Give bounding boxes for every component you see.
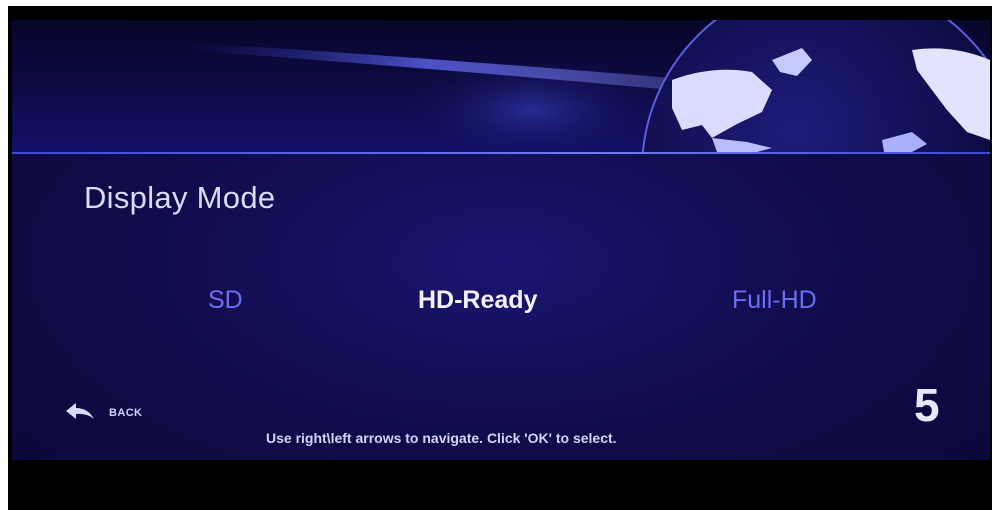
tv-screen: Display Mode SD HD-Ready Full-HD BACK 5 …: [12, 20, 990, 460]
back-label: BACK: [109, 407, 143, 419]
back-arrow-icon: [64, 401, 96, 425]
option-sd[interactable]: SD: [208, 286, 243, 315]
page-number: 5: [914, 379, 940, 431]
page-title: Display Mode: [84, 180, 276, 215]
option-hd-ready[interactable]: HD-Ready: [418, 286, 537, 315]
navigation-hint: Use right\left arrows to navigate. Click…: [266, 430, 617, 446]
back-button[interactable]: BACK: [64, 401, 142, 425]
header-banner: [12, 20, 990, 152]
tv-bezel: Display Mode SD HD-Ready Full-HD BACK 5 …: [8, 6, 992, 510]
header-divider: [12, 152, 990, 154]
globe-graphic: [182, 20, 990, 152]
option-full-hd[interactable]: Full-HD: [732, 286, 817, 315]
